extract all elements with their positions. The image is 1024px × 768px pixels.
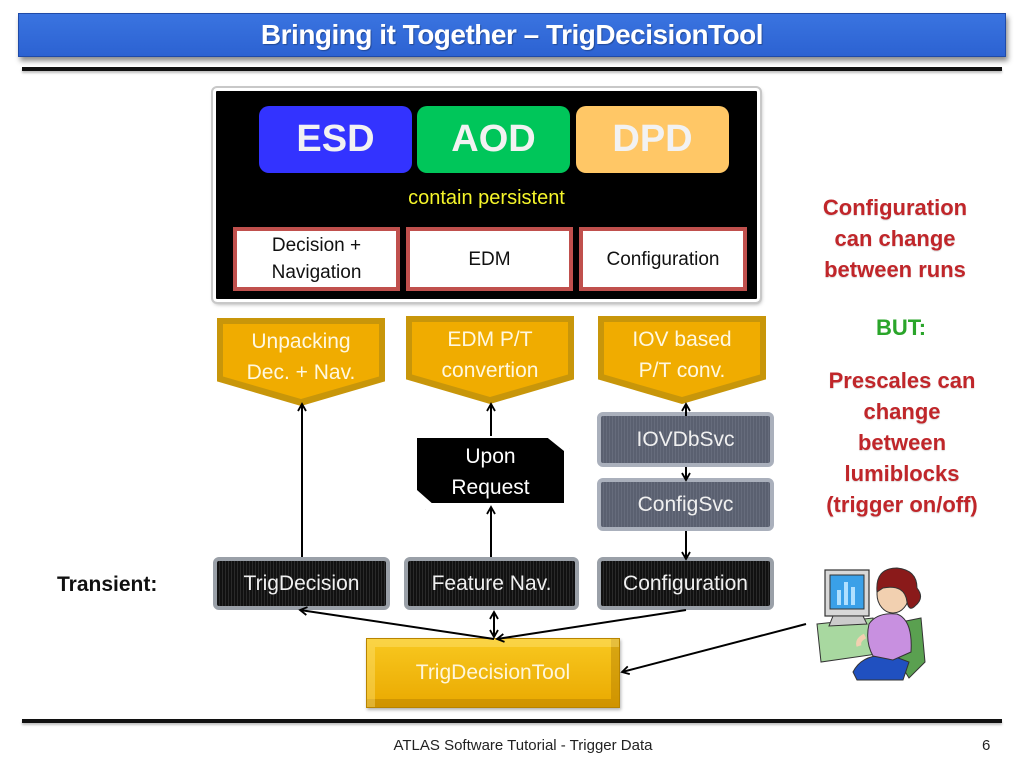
page-number: 6 [982, 737, 991, 754]
transient-feature-nav-label: Feature Nav. [431, 571, 552, 595]
persistent-decision-navigation: Decision + Navigation [233, 227, 400, 291]
converter-edm-pt: EDM P/T convertion [406, 316, 574, 404]
top-divider [22, 67, 1002, 71]
footer-text: ATLAS Software Tutorial - Trigger Data [393, 737, 653, 754]
note-config-line3: between runs [824, 257, 966, 282]
transient-configuration-label: Configuration [623, 571, 748, 595]
format-esd-label: ESD [296, 118, 375, 160]
converter-iov-line1: IOV based [632, 328, 732, 351]
note-config-line1: Configuration [822, 195, 968, 220]
upon-request-line2: Request [451, 476, 530, 499]
note-prescale-line3: between [857, 430, 947, 455]
persistent-edm: EDM [406, 227, 573, 291]
note-prescale-line2: change [863, 399, 941, 424]
converter-iov: IOV based P/T conv. [598, 316, 766, 404]
service-iovdbsvc-label: IOVDbSvc [636, 427, 735, 451]
persistent-caption: contain persistent [408, 187, 565, 209]
converter-unpacking-line2: Dec. + Nav. [246, 361, 356, 384]
format-aod-label: AOD [451, 118, 536, 160]
service-configsvc: ConfigSvc [597, 478, 774, 531]
converter-iov-line2: P/T conv. [638, 359, 726, 382]
format-aod: AOD [417, 106, 570, 173]
note-prescale-line1: Prescales can [828, 368, 976, 393]
note-prescale-line5: (trigger on/off) [826, 492, 978, 517]
trigdecisiontool-box: TrigDecisionTool [366, 638, 620, 708]
persistent-configuration: Configuration [579, 227, 747, 291]
bottom-divider [22, 719, 1002, 723]
converter-edm-pt-line2: convertion [441, 359, 539, 382]
arrow-tool-to-trigdecision [298, 606, 495, 640]
format-dpd-label: DPD [612, 118, 693, 160]
transient-trigdecision-label: TrigDecision [243, 571, 360, 595]
note-prescales: Prescales can change between lumiblocks … [812, 365, 992, 520]
note-but: BUT: [876, 315, 927, 340]
transient-trigdecision: TrigDecision [213, 557, 390, 610]
service-iovdbsvc: IOVDbSvc [597, 412, 774, 467]
arrow-user-to-tool [620, 623, 807, 675]
converter-unpacking: Unpacking Dec. + Nav. [217, 318, 385, 406]
upon-request-line1: Upon [465, 445, 516, 468]
note-prescale-line4: lumiblocks [844, 461, 960, 486]
title-bar: Bringing it Together – TrigDecisionTool [18, 13, 1006, 57]
user-at-computer-icon [816, 567, 926, 681]
transient-label: Transient: [57, 573, 158, 596]
persistent-panel: ESD AOD DPD contain persistent Decision … [211, 86, 762, 304]
note-configuration: Configuration can change between runs [810, 192, 980, 285]
service-configsvc-label: ConfigSvc [637, 492, 734, 516]
converter-unpacking-line1: Unpacking [251, 330, 351, 353]
arrow-configuration-to-tool [495, 609, 687, 643]
converter-edm-pt-line1: EDM P/T [447, 328, 533, 351]
note-config-line2: can change [834, 226, 956, 251]
slide-title: Bringing it Together – TrigDecisionTool [260, 19, 764, 50]
upon-request-box: Upon Request [410, 432, 570, 510]
trigdecisiontool-label: TrigDecisionTool [415, 661, 571, 684]
format-esd: ESD [259, 106, 412, 173]
transient-feature-nav: Feature Nav. [404, 557, 579, 610]
transient-configuration: Configuration [597, 557, 774, 610]
format-dpd: DPD [576, 106, 729, 173]
